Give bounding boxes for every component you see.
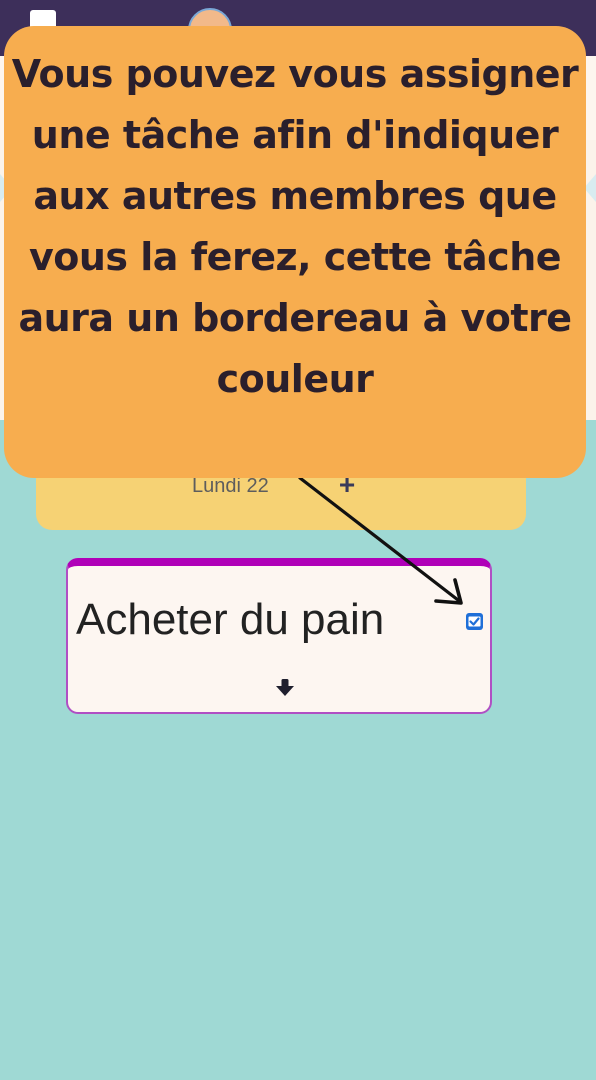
move-down-button[interactable] xyxy=(274,678,296,698)
tutorial-text: Vous pouvez vous assigner une tâche afin… xyxy=(11,52,579,401)
arrow-down-icon xyxy=(276,679,294,696)
task-title: Acheter du pain xyxy=(76,595,385,644)
tutorial-callout: Vous pouvez vous assigner une tâche afin… xyxy=(4,26,586,478)
assign-checkbox[interactable] xyxy=(466,613,483,630)
day-label: Lundi 22 xyxy=(192,475,269,497)
checkmark-icon xyxy=(468,616,481,627)
